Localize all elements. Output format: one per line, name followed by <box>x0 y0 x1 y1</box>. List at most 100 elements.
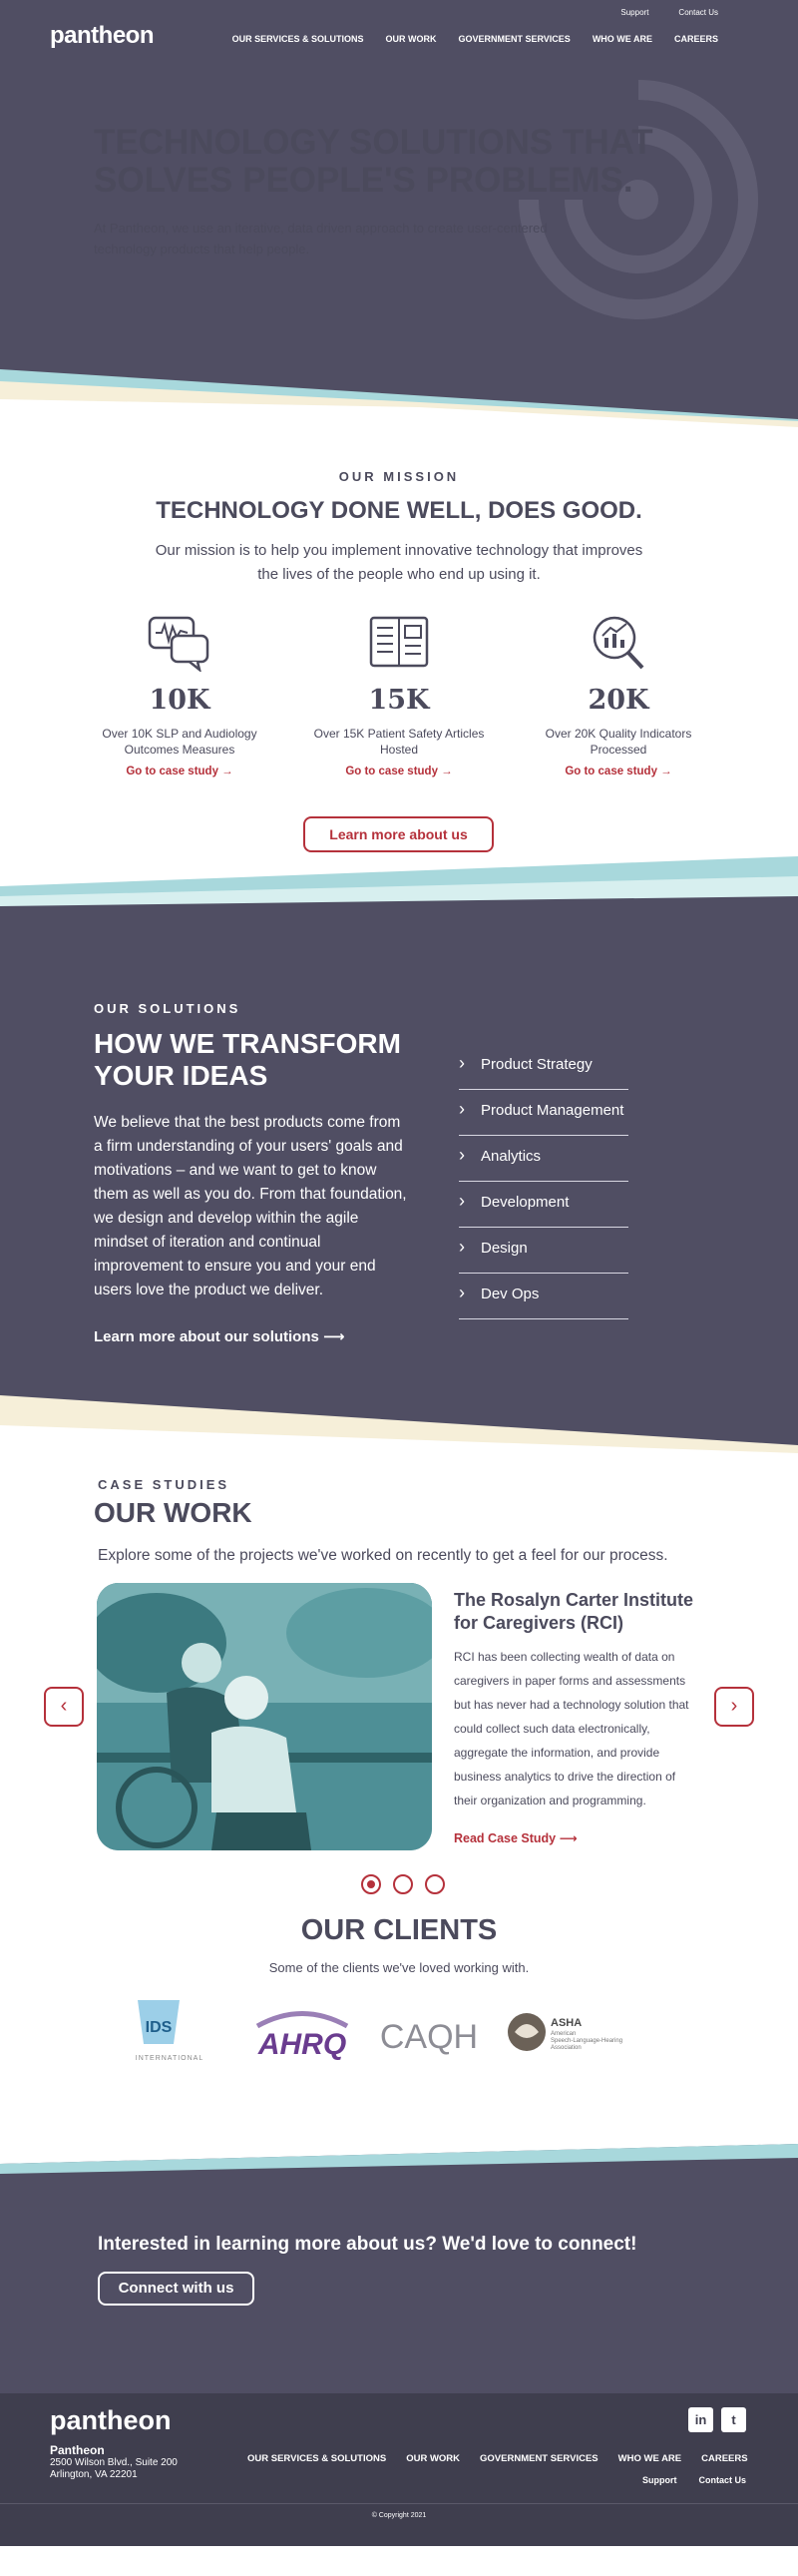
solution-item[interactable]: Development <box>459 1182 628 1228</box>
decorative-rings-icon <box>519 80 758 319</box>
copyright: © Copyright 2021 <box>0 2503 798 2519</box>
case-body: RCI has been collecting wealth of data o… <box>454 1650 689 1807</box>
support-link[interactable]: Support <box>620 8 648 17</box>
mission-lead: Our mission is to help you implement inn… <box>155 542 643 583</box>
solutions-list: Product Strategy Product Management Anal… <box>459 1044 628 1319</box>
nav-government[interactable]: GOVERNMENT SERVICES <box>458 34 570 44</box>
magnifier-chart-icon <box>593 616 644 670</box>
caqh-logo: CAQH <box>380 2018 478 2056</box>
hero-subtitle: At Pantheon, we use an iterative, data d… <box>94 221 548 257</box>
stat-card: 10K Over 10K SLP and Audiology Outcomes … <box>80 614 279 777</box>
case-study-link[interactable]: Go to case study → <box>80 766 279 777</box>
carousel-dots <box>361 1874 445 1894</box>
solution-item[interactable]: Design <box>459 1228 628 1274</box>
nav-who-we-are[interactable]: WHO WE ARE <box>593 34 652 44</box>
mission-wave <box>0 856 798 916</box>
solution-item[interactable]: Product Strategy <box>459 1044 628 1090</box>
footer-logo[interactable]: pantheon <box>50 2405 172 2436</box>
footer-contact-link[interactable]: Contact Us <box>698 2475 746 2485</box>
footer-company: Pantheon <box>50 2443 105 2457</box>
hero-section: Support Contact Us pantheon OUR SERVICES… <box>0 0 798 429</box>
stat-description: Over 20K Quality Indicators Processed <box>545 727 692 757</box>
stat-number: 10K <box>149 685 210 716</box>
svg-text:INTERNATIONAL: INTERNATIONAL <box>136 2055 204 2062</box>
footer-nav: OUR SERVICES & SOLUTIONS OUR WORK GOVERN… <box>247 2453 748 2464</box>
hero-title: TECHNOLOGY SOLUTIONS THAT SOLVES PEOPLE'… <box>94 123 653 200</box>
footer-nav-services[interactable]: OUR SERVICES & SOLUTIONS <box>247 2453 386 2464</box>
stat-number: 20K <box>588 685 649 716</box>
svg-text:IDS: IDS <box>146 2019 173 2036</box>
carousel-dot[interactable] <box>361 1874 381 1894</box>
mission-eyebrow: OUR MISSION <box>338 469 460 484</box>
case-study-link[interactable]: Go to case study → <box>519 766 718 777</box>
connect-wave <box>0 2134 798 2194</box>
nav-careers[interactable]: CAREERS <box>674 34 718 44</box>
speech-waveform-icon <box>148 616 209 674</box>
case-study-image <box>97 1583 432 1850</box>
mission-title: TECHNOLOGY DONE WELL, DOES GOOD. <box>156 497 642 524</box>
svg-text:ASHA: ASHA <box>551 2017 582 2029</box>
arrow-right-icon: ⟶ <box>559 1831 578 1845</box>
client-logos: IDS INTERNATIONAL AHRQ CAQH ASHA America… <box>136 2000 622 2062</box>
ids-logo: IDS INTERNATIONAL <box>136 2000 204 2062</box>
case-study-link[interactable]: Go to case study → <box>299 766 499 777</box>
stats-row: 10K Over 10K SLP and Audiology Outcomes … <box>80 614 718 777</box>
cases-eyebrow: CASE STUDIES <box>98 1477 230 1492</box>
nav-services[interactable]: OUR SERVICES & SOLUTIONS <box>232 34 364 44</box>
solution-item[interactable]: Analytics <box>459 1136 628 1182</box>
solutions-section: OUR SOLUTIONS HOW WE TRANSFORM YOUR IDEA… <box>0 916 798 1455</box>
newspaper-icon <box>369 616 429 668</box>
twitter-icon[interactable]: t <box>721 2407 746 2432</box>
hero-wave <box>0 369 798 429</box>
footer-nav-who-we-are[interactable]: WHO WE ARE <box>618 2453 682 2464</box>
read-case-study-link[interactable]: Read Case Study ⟶ <box>454 1830 578 1845</box>
connect-button[interactable]: Connect with us <box>98 2272 254 2306</box>
svg-text:Association: Association <box>551 2045 582 2051</box>
footer-support-link[interactable]: Support <box>642 2475 677 2485</box>
svg-text:CAQH: CAQH <box>380 2018 478 2056</box>
footer-nav-careers[interactable]: CAREERS <box>701 2453 747 2464</box>
asha-logo: ASHA American Speech-Language-Hearing As… <box>508 2013 622 2051</box>
cases-lead: Explore some of the projects we've worke… <box>98 1547 668 1564</box>
stat-card: 15K Over 15K Patient Safety Articles Hos… <box>299 614 499 777</box>
solutions-body: We believe that the best products come f… <box>94 1114 407 1298</box>
svg-text:American: American <box>551 2031 576 2037</box>
mission-section: OUR MISSION TECHNOLOGY DONE WELL, DOES G… <box>0 429 798 916</box>
connect-section: Interested in learning more about us? We… <box>0 2134 798 2393</box>
solution-item[interactable]: Dev Ops <box>459 1274 628 1319</box>
learn-more-button[interactable]: Learn more about us <box>303 816 494 852</box>
arrow-right-icon: ⟶ <box>323 1328 345 1345</box>
address-line-1: 2500 Wilson Blvd., Suite 200 <box>50 2457 178 2468</box>
main-nav: OUR SERVICES & SOLUTIONS OUR WORK GOVERN… <box>232 34 718 44</box>
contact-us-link[interactable]: Contact Us <box>678 8 718 17</box>
carousel-next-button[interactable]: › <box>714 1687 754 1727</box>
clients-lead: Some of the clients we've loved working … <box>268 1960 530 1975</box>
carousel-prev-button[interactable]: ‹ <box>44 1687 84 1727</box>
cases-title: OUR WORK <box>94 1497 252 1528</box>
solutions-link[interactable]: Learn more about our solutions ⟶ <box>94 1327 345 1345</box>
svg-text:Speech-Language-Hearing: Speech-Language-Hearing <box>551 2038 622 2044</box>
footer-nav-our-work[interactable]: OUR WORK <box>406 2453 460 2464</box>
nav-our-work[interactable]: OUR WORK <box>385 34 436 44</box>
footer-address: 2500 Wilson Blvd., Suite 200 Arlington, … <box>50 2457 178 2481</box>
linkedin-icon[interactable]: in <box>688 2407 713 2432</box>
footer-nav-government[interactable]: GOVERNMENT SERVICES <box>480 2453 598 2464</box>
clients-title: OUR CLIENTS <box>300 1914 498 1946</box>
read-case-study-label: Read Case Study <box>454 1831 557 1845</box>
carousel-dot[interactable] <box>393 1874 413 1894</box>
solutions-link-label: Learn more about our solutions <box>94 1328 319 1345</box>
connect-title: Interested in learning more about us? We… <box>98 2234 637 2255</box>
pantheon-logo[interactable]: pantheon <box>50 22 155 50</box>
carousel-dot[interactable] <box>425 1874 445 1894</box>
ahrq-logo: AHRQ <box>255 2011 349 2061</box>
footer-sub-links: Support Contact Us <box>642 2475 746 2485</box>
stat-description: Over 15K Patient Safety Articles Hosted <box>313 727 485 757</box>
solution-item[interactable]: Product Management <box>459 1090 628 1136</box>
stat-description: Over 10K SLP and Audiology Outcomes Meas… <box>102 727 257 757</box>
solutions-wave <box>0 1395 798 1455</box>
clients-section: OUR CLIENTS Some of the clients we've lo… <box>0 1904 798 2134</box>
stat-card: 20K Over 20K Quality Indicators Processe… <box>519 614 718 777</box>
solutions-title: HOW WE TRANSFORM YOUR IDEAS <box>94 1028 401 1091</box>
footer: pantheon Pantheon 2500 Wilson Blvd., Sui… <box>0 2393 798 2546</box>
svg-text:AHRQ: AHRQ <box>257 2028 346 2061</box>
